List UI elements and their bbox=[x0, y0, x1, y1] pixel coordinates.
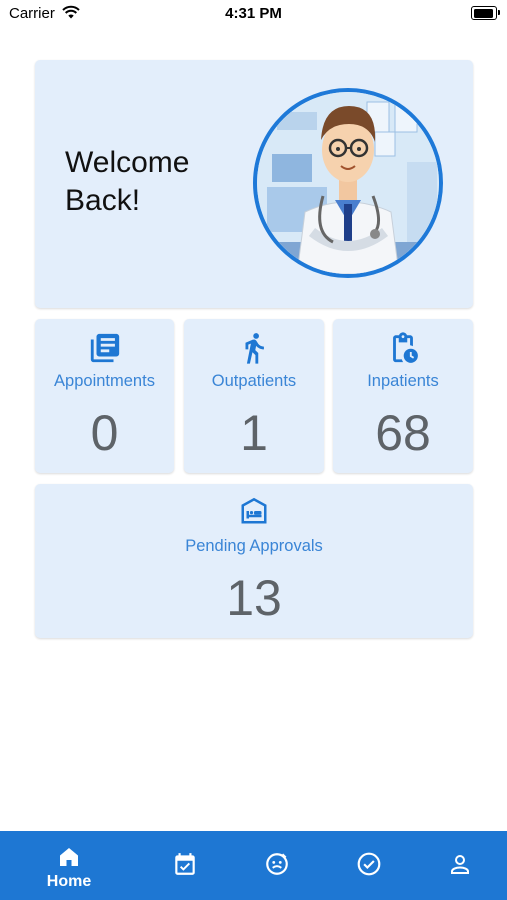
inpatients-card[interactable]: Inpatients 68 bbox=[333, 319, 473, 473]
battery-icon bbox=[471, 6, 500, 20]
inpatients-label: Inpatients bbox=[367, 372, 439, 390]
appointments-count: 0 bbox=[90, 405, 119, 461]
clipboard-clock-icon bbox=[333, 331, 473, 365]
check-circle-icon bbox=[356, 851, 382, 877]
nav-profile[interactable] bbox=[420, 831, 500, 900]
outpatients-count: 1 bbox=[240, 405, 268, 461]
inpatients-count: 68 bbox=[375, 405, 431, 461]
pending-approvals-label: Pending Approvals bbox=[185, 537, 323, 555]
hospital-bed-icon bbox=[35, 496, 473, 530]
outpatients-label: Outpatients bbox=[211, 372, 297, 390]
face-icon bbox=[263, 851, 291, 877]
welcome-heading: Welcome Back! bbox=[65, 144, 245, 220]
book-icon bbox=[35, 331, 174, 365]
pending-approvals-card[interactable]: Pending Approvals 13 bbox=[35, 484, 473, 638]
bottom-nav: Home bbox=[0, 831, 507, 900]
nav-home-label: Home bbox=[46, 873, 92, 890]
appointments-card[interactable]: Appointments 0 bbox=[35, 319, 174, 473]
nav-appointments[interactable] bbox=[145, 831, 225, 900]
welcome-line-2: Back! bbox=[65, 184, 141, 217]
appointments-label: Appointments bbox=[54, 372, 155, 390]
welcome-line-1: Welcome bbox=[65, 146, 190, 179]
status-bar: Carrier 4:31 PM bbox=[0, 0, 507, 28]
outpatients-card[interactable]: Outpatients 1 bbox=[184, 319, 324, 473]
home-icon bbox=[56, 844, 82, 870]
nav-home[interactable]: Home bbox=[29, 831, 109, 900]
welcome-card: Welcome Back! bbox=[35, 60, 473, 308]
calendar-check-icon bbox=[172, 851, 198, 877]
clock: 4:31 PM bbox=[225, 5, 282, 22]
walking-person-icon bbox=[184, 331, 324, 365]
nav-patients[interactable] bbox=[237, 831, 317, 900]
pending-approvals-count: 13 bbox=[226, 570, 282, 626]
doctor-avatar bbox=[253, 88, 443, 278]
person-icon bbox=[448, 851, 472, 877]
nav-approvals[interactable] bbox=[329, 831, 409, 900]
